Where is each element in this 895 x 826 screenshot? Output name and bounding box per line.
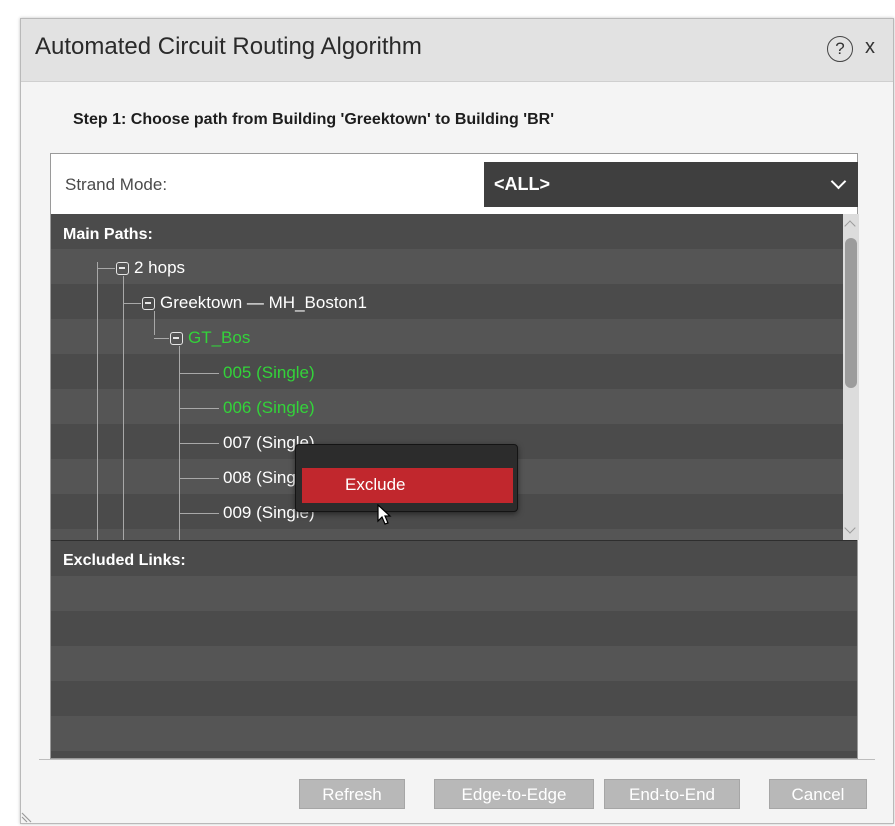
- strand-mode-value: <ALL>: [494, 174, 551, 194]
- scroll-up-icon[interactable]: [844, 220, 856, 232]
- tree-line: [179, 443, 219, 444]
- tree-line: [179, 513, 219, 514]
- routing-dialog: Automated Circuit Routing Algorithm ? x …: [20, 18, 894, 824]
- routing-panel: Strand Mode: <ALL> Main Paths: 2 hops Gr…: [50, 153, 859, 759]
- tree-node-route[interactable]: Greektown — MH_Boston1: [160, 293, 367, 313]
- strand-mode-row: Strand Mode: <ALL>: [51, 154, 858, 214]
- tree-line: [154, 338, 169, 339]
- tree-line: [97, 262, 98, 540]
- step-instruction: Step 1: Choose path from Building 'Greek…: [73, 111, 554, 128]
- dialog-title: Automated Circuit Routing Algorithm: [35, 33, 422, 60]
- menu-item-exclude[interactable]: Exclude: [302, 468, 513, 503]
- main-paths-title: Main Paths:: [63, 226, 153, 243]
- tree-line: [179, 478, 219, 479]
- resize-grip-icon[interactable]: [21, 809, 35, 823]
- strand-mode-select[interactable]: <ALL>: [484, 162, 858, 207]
- excluded-links-title: Excluded Links:: [63, 552, 186, 569]
- tree-scrollbar[interactable]: [843, 214, 859, 540]
- tree-node-hops[interactable]: 2 hops: [134, 258, 185, 278]
- refresh-button[interactable]: Refresh: [299, 779, 405, 809]
- tree-line: [97, 268, 115, 269]
- tree-line: [179, 408, 219, 409]
- chevron-down-icon: [830, 173, 847, 190]
- help-icon[interactable]: ?: [827, 36, 853, 62]
- strand-mode-label: Strand Mode:: [65, 175, 168, 194]
- tree-line: [154, 311, 155, 335]
- cancel-button[interactable]: Cancel: [769, 779, 867, 809]
- tree-line: [123, 276, 124, 540]
- tree-node-strand[interactable]: 005 (Single): [223, 363, 315, 383]
- mouse-cursor-icon: [377, 504, 392, 525]
- scroll-down-icon[interactable]: [844, 522, 856, 534]
- scroll-thumb[interactable]: [845, 238, 857, 388]
- excluded-links-list[interactable]: Excluded Links:: [51, 540, 857, 758]
- tree-node-segment[interactable]: GT_Bos: [188, 328, 250, 348]
- dialog-titlebar: Automated Circuit Routing Algorithm ? x: [21, 19, 893, 82]
- footer-divider: [39, 759, 875, 760]
- edge-to-edge-button[interactable]: Edge-to-Edge: [434, 779, 594, 809]
- context-menu: Exclude: [295, 444, 518, 512]
- close-icon[interactable]: x: [865, 36, 875, 59]
- collapse-toggle-icon[interactable]: [116, 262, 129, 275]
- end-to-end-button[interactable]: End-to-End: [604, 779, 740, 809]
- tree-line: [179, 373, 219, 374]
- tree-line: [123, 303, 141, 304]
- collapse-toggle-icon[interactable]: [142, 297, 155, 310]
- collapse-toggle-icon[interactable]: [170, 332, 183, 345]
- tree-node-strand[interactable]: 006 (Single): [223, 398, 315, 418]
